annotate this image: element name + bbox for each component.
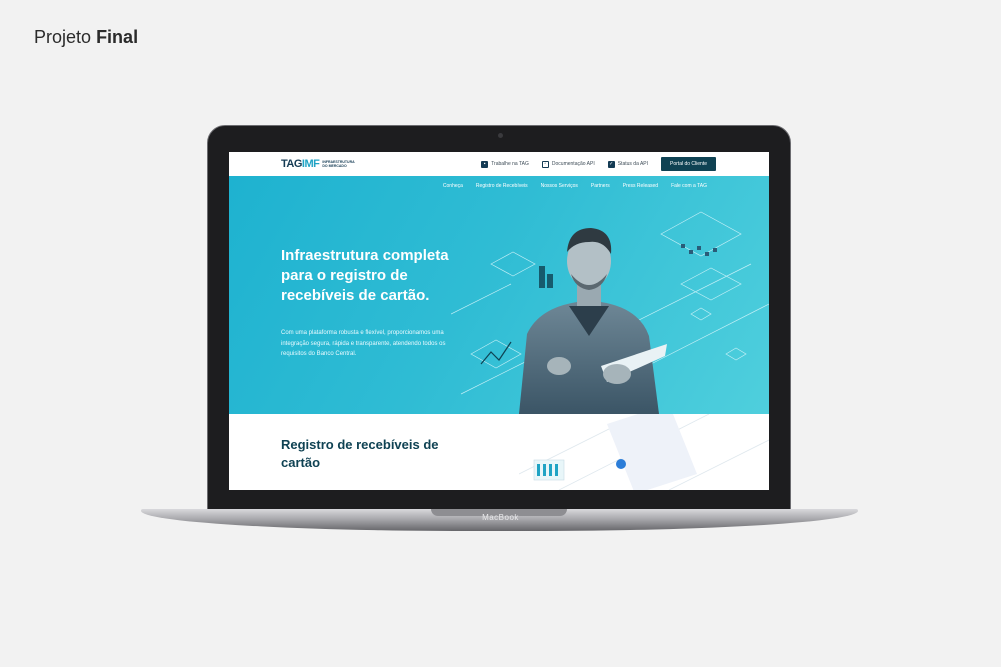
logo-tagline: INFRAESTRUTURA DO MERCADO bbox=[322, 160, 355, 168]
laptop-lid: TAGIMF INFRAESTRUTURA DO MERCADO ▪ Traba… bbox=[207, 125, 791, 511]
portal-button[interactable]: Portal do Cliente bbox=[661, 157, 716, 171]
nav-item-conheca[interactable]: Conheça bbox=[443, 183, 463, 189]
top-link-status[interactable]: ✓ Status da API bbox=[607, 160, 649, 168]
logo-mark-b: IMF bbox=[301, 158, 320, 170]
logo-mark-a: TAG bbox=[281, 158, 302, 170]
hero-section: Conheça Registro de Recebíveis Nossos Se… bbox=[229, 176, 769, 414]
section-illustration bbox=[519, 414, 769, 490]
laptop-screen: TAGIMF INFRAESTRUTURA DO MERCADO ▪ Traba… bbox=[229, 152, 769, 490]
nav-item-contato[interactable]: Fale com a TAG bbox=[671, 183, 707, 189]
nav-item-servicos[interactable]: Nossos Serviços bbox=[541, 183, 578, 189]
check-icon: ✓ bbox=[607, 160, 615, 168]
top-link-careers[interactable]: ▪ Trabalhe na TAG bbox=[481, 160, 529, 168]
site-header: TAGIMF INFRAESTRUTURA DO MERCADO ▪ Traba… bbox=[229, 152, 769, 176]
device-brand-label: MacBook bbox=[482, 513, 519, 522]
page-caption: Projeto Final bbox=[34, 27, 138, 48]
top-link-label: Documentação API bbox=[551, 161, 595, 167]
top-link-label: Status da API bbox=[617, 161, 649, 167]
caption-strong: Final bbox=[96, 27, 139, 47]
nav-item-registro[interactable]: Registro de Recebíveis bbox=[476, 183, 528, 189]
briefcase-icon: ▪ bbox=[481, 160, 489, 168]
top-links: ▪ Trabalhe na TAG ▫ Documentação API ✓ S… bbox=[481, 157, 716, 171]
camera-icon bbox=[498, 133, 503, 138]
section-title: Registro de recebíveis de cartão bbox=[281, 437, 439, 470]
top-link-label: Trabalhe na TAG bbox=[491, 161, 529, 167]
main-nav: Conheça Registro de Recebíveis Nossos Se… bbox=[443, 183, 707, 189]
nav-item-press[interactable]: Press Released bbox=[623, 183, 658, 189]
caption-prefix: Projeto bbox=[34, 27, 92, 47]
document-icon: ▫ bbox=[541, 160, 549, 168]
section-receivables: Registro de recebíveis de cartão bbox=[229, 414, 769, 490]
top-link-docs[interactable]: ▫ Documentação API bbox=[541, 160, 595, 168]
nav-item-partners[interactable]: Partners bbox=[591, 183, 610, 189]
hero-person-image bbox=[519, 228, 667, 414]
site-logo[interactable]: TAGIMF INFRAESTRUTURA DO MERCADO bbox=[281, 158, 355, 170]
logo-mark: TAGIMF bbox=[281, 158, 320, 170]
hero-text: Com uma plataforma robusta e flexível, p… bbox=[281, 330, 446, 357]
